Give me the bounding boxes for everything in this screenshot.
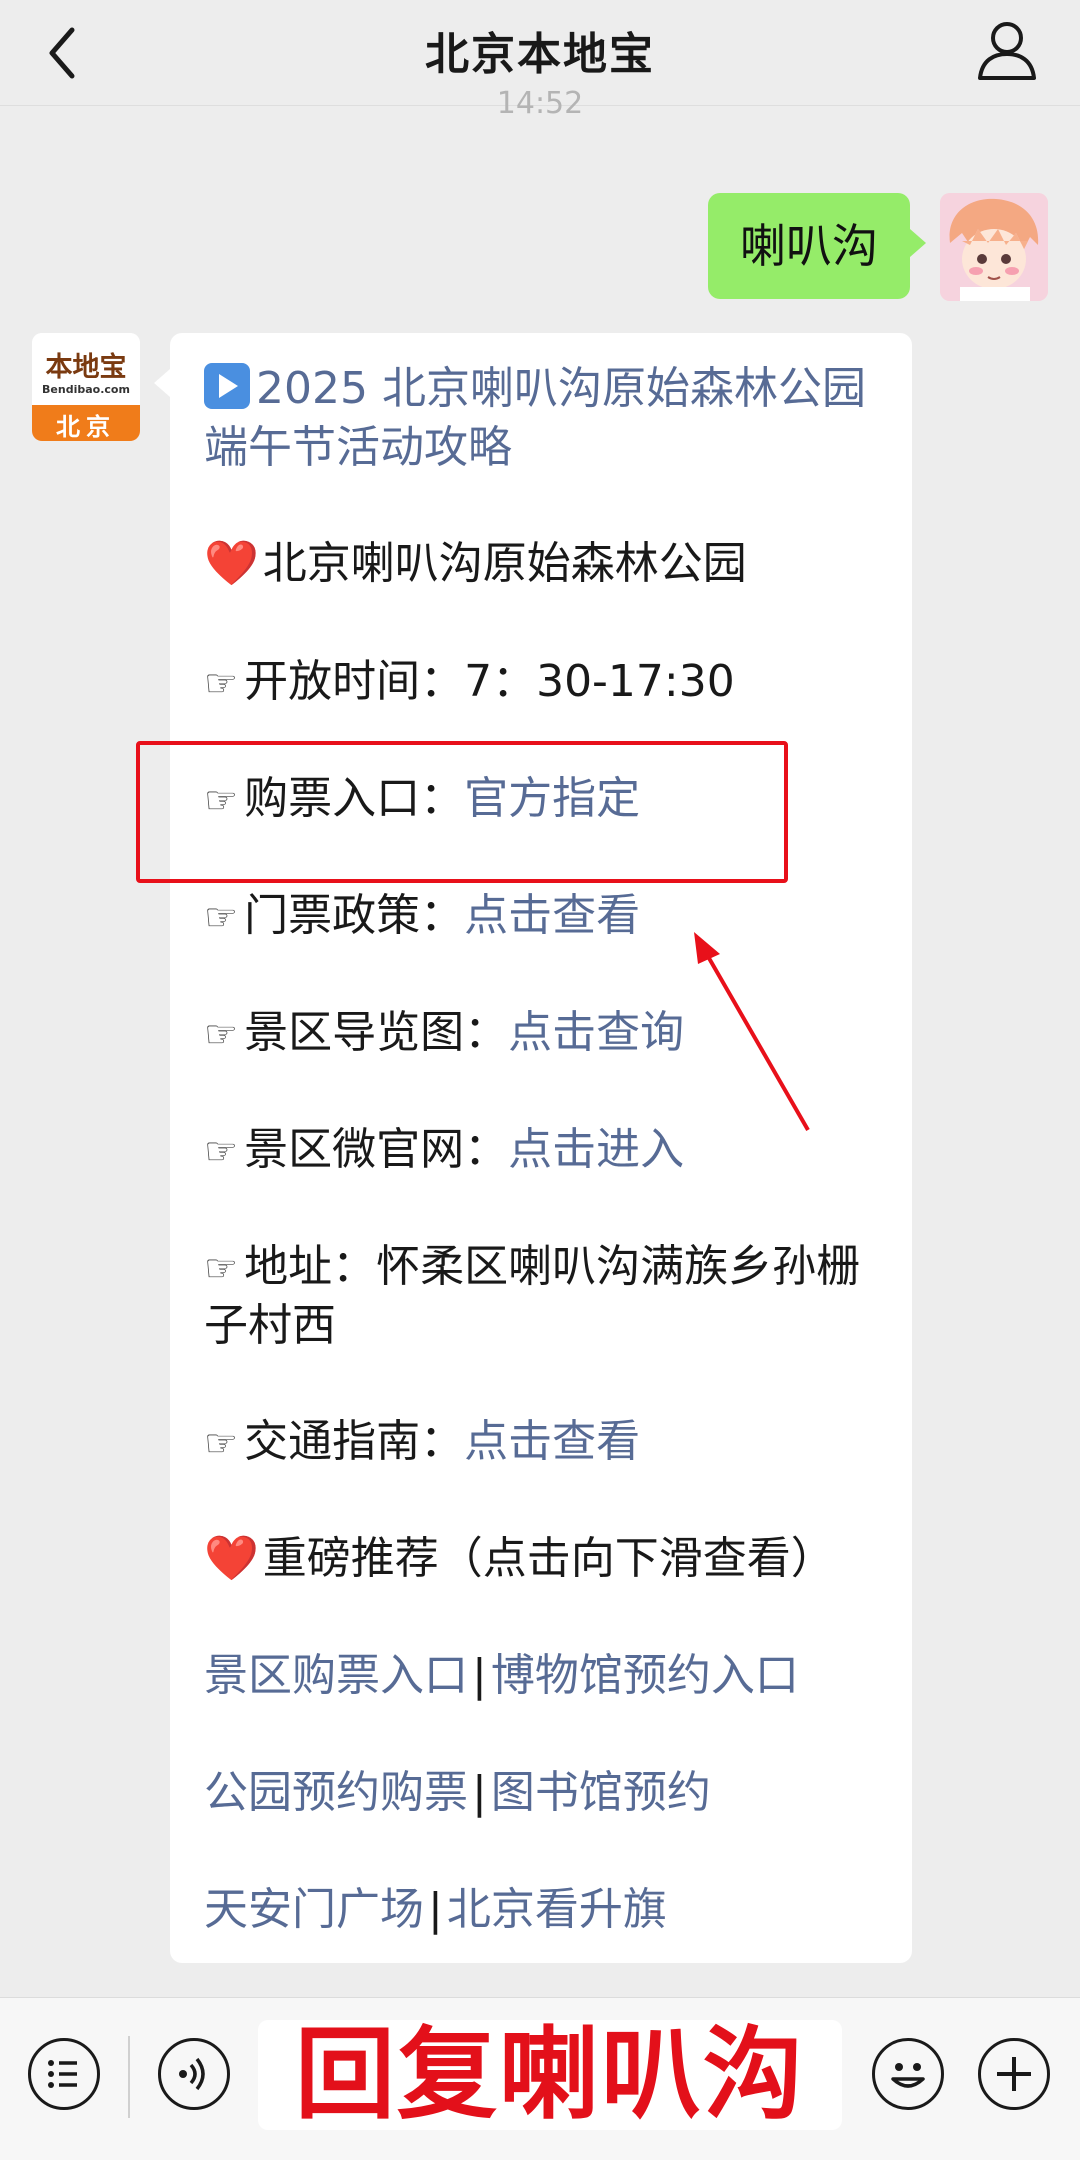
links-row-2: 公园预约购票|图书馆预约 (204, 1767, 711, 1818)
park-booking-link[interactable]: 公园预约购票 (204, 1767, 468, 1818)
pointing-hand-icon: ☞ (204, 1246, 239, 1290)
scenic-ticket-link[interactable]: 景区购票入口 (204, 1650, 468, 1701)
heart-icon: ❤️ (204, 1533, 259, 1584)
library-booking-link[interactable]: 图书馆预约 (491, 1767, 711, 1818)
traffic-line: ☞ 交通指南：点击查看 (204, 1416, 641, 1467)
headline-line-1[interactable]: 2025 北京喇叭沟原始森林公园 (204, 360, 866, 418)
reply-keyword-banner: 回复喇叭沟 (295, 2016, 805, 2133)
menu-list-icon[interactable] (28, 2038, 100, 2110)
map-link[interactable]: 点击查询 (508, 1007, 684, 1058)
emoji-icon[interactable] (872, 2038, 944, 2110)
flag-raising-link[interactable]: 北京看升旗 (447, 1884, 667, 1935)
tiananmen-link[interactable]: 天安门广场 (204, 1884, 424, 1935)
chat-title: 北京本地宝 (425, 29, 655, 80)
open-hours-line: ☞ 开放时间：7：30-17:30 (204, 656, 735, 707)
highlight-box (136, 741, 788, 883)
logo-subtext: Bendibao.com (42, 383, 130, 396)
user-avatar[interactable] (940, 193, 1048, 301)
pointing-hand-icon: ☞ (204, 1012, 239, 1056)
input-toolbar: 回复喇叭沟 (0, 1997, 1080, 2160)
pointing-hand-icon: ☞ (204, 895, 239, 939)
links-row-1: 景区购票入口|博物馆预约入口 (204, 1650, 799, 1701)
logo-text: 本地宝 (45, 352, 127, 383)
museum-booking-link[interactable]: 博物馆预约入口 (491, 1650, 799, 1701)
ticket-policy-line: ☞ 门票政策：点击查看 (204, 890, 641, 941)
message-input-field[interactable]: 回复喇叭沟 (258, 2020, 842, 2130)
profile-icon[interactable] (974, 14, 1040, 86)
micro-site-link[interactable]: 点击进入 (508, 1124, 684, 1175)
links-row-3: 天安门广场|北京看升旗 (204, 1884, 667, 1935)
annotation-arrow-icon (694, 932, 810, 1131)
ticket-policy-link[interactable]: 点击查看 (464, 890, 640, 941)
play-button-icon (204, 363, 250, 409)
heart-icon: ❤️ (204, 538, 259, 589)
traffic-link[interactable]: 点击查看 (464, 1416, 640, 1467)
park-name-line: ❤️北京喇叭沟原始森林公园 (204, 538, 747, 589)
plus-icon[interactable] (978, 2038, 1050, 2110)
incoming-message-bubble: 2025 北京喇叭沟原始森林公园 端午节活动攻略 ❤️北京喇叭沟原始森林公园 ☞… (154, 333, 912, 1963)
message-timestamp: 14:52 (496, 86, 584, 120)
anime-avatar-image (940, 193, 1048, 301)
pointing-hand-icon: ☞ (204, 661, 239, 705)
pointing-hand-icon: ☞ (204, 1129, 239, 1173)
outgoing-message-bubble[interactable]: 喇叭沟 (708, 193, 926, 299)
toolbar-divider (128, 2036, 130, 2118)
micro-site-line: ☞ 景区微官网：点击进入 (204, 1124, 685, 1175)
address-line-2: 子村西 (204, 1300, 336, 1351)
headline-line-2[interactable]: 端午节活动攻略 (204, 419, 512, 477)
pointing-hand-icon: ☞ (204, 1421, 239, 1465)
address-line-1: ☞ 地址：怀柔区喇叭沟满族乡孙栅 (204, 1241, 861, 1292)
recommend-line: ❤️重磅推荐（点击向下滑查看） (204, 1533, 835, 1584)
bendibao-avatar[interactable]: 本地宝 Bendibao.com 北京 (32, 333, 140, 441)
map-line: ☞ 景区导览图：点击查询 (204, 1007, 685, 1058)
voice-icon[interactable] (158, 2038, 230, 2110)
logo-city: 北京 (56, 413, 116, 441)
